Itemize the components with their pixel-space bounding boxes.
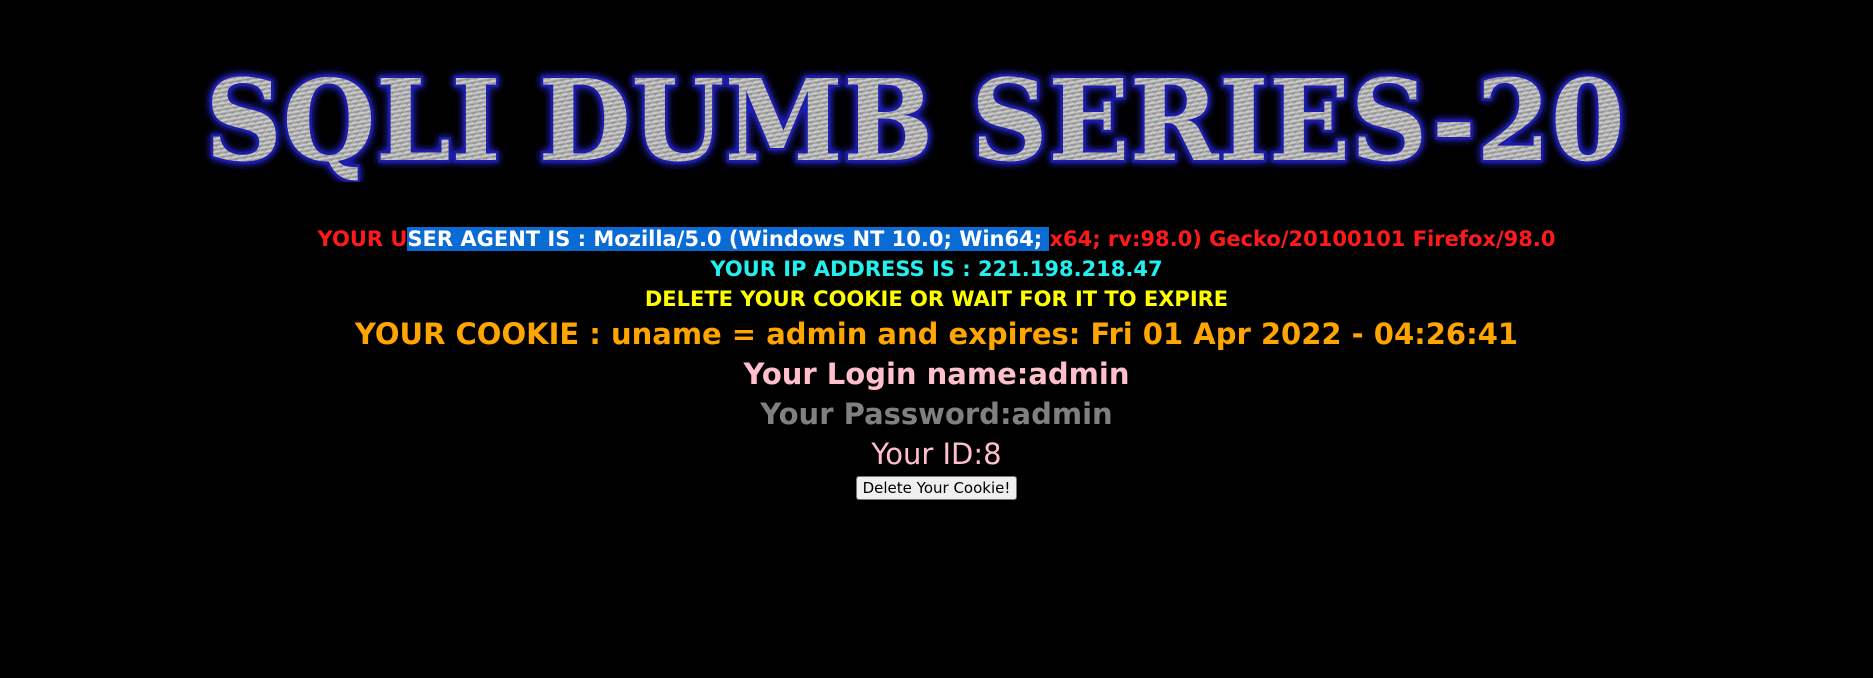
password-line: Your Password:admin <box>760 397 1113 431</box>
delete-cookie-notice: DELETE YOUR COOKIE OR WAIT FOR IT TO EXP… <box>644 287 1229 311</box>
delete-cookie-form: Delete Your Cookie! <box>0 476 1873 500</box>
user-info-panel: YOUR USER AGENT IS : Mozilla/5.0 (Window… <box>0 224 1873 500</box>
cookie-line: YOUR COOKIE : uname = admin and expires:… <box>354 317 1519 351</box>
user-agent-suffix: x64; rv:98.0) Gecko/20100101 Firefox/98.… <box>1049 227 1556 251</box>
login-name-line: Your Login name:admin <box>743 357 1130 391</box>
delete-cookie-button[interactable]: Delete Your Cookie! <box>855 476 1018 500</box>
user-agent-selected-text: SER AGENT IS : Mozilla/5.0 (Windows NT 1… <box>407 227 1050 251</box>
user-agent-line: YOUR USER AGENT IS : Mozilla/5.0 (Window… <box>0 224 1873 254</box>
title-banner-graphic: SQLI DUMB SERIES-20 <box>203 54 1628 183</box>
ip-address-line: YOUR IP ADDRESS IS : 221.198.218.47 <box>710 257 1163 281</box>
id-line: Your ID:8 <box>871 437 1002 471</box>
title-banner: SQLI DUMB SERIES-20 <box>195 52 1635 183</box>
banner-title-text: SQLI DUMB SERIES-20 <box>205 56 1625 182</box>
user-agent-prefix: YOUR U <box>317 227 408 251</box>
